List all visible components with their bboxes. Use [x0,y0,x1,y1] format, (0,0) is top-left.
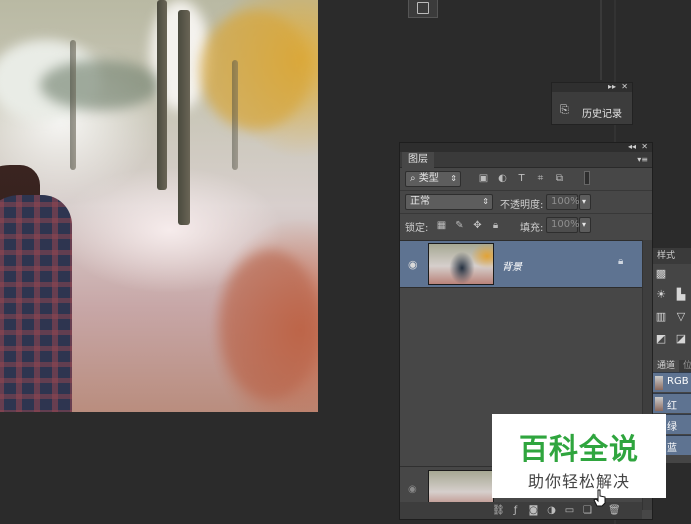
layers-tab-row: 图层 ▾≡ [400,152,652,168]
canvas-image[interactable] [0,0,318,412]
plaid-shirt [0,195,72,412]
tree-trunk [70,40,76,170]
eye-icon[interactable]: ◉ [408,258,418,271]
layer-thumbnail [428,243,494,285]
exposure-icon[interactable]: ▥ [654,310,668,324]
pixel-filter-icon[interactable]: ▣ [478,173,489,184]
close-icon[interactable]: ✕ [641,142,648,151]
channel-thumbnail [655,376,663,390]
tree-trunk [178,10,190,225]
tree-trunk [157,0,167,190]
watermark-subtitle: 助你轻松解决 [527,472,630,491]
vibrance-icon[interactable]: ▽ [674,310,688,324]
channel-thumbnail [655,397,663,411]
lock-icon[interactable]: 🔒︎ [618,256,623,267]
search-icon: ⌕ [410,173,416,184]
history-panel-titlebar[interactable]: ▸▸ ✕ [552,82,632,92]
adjustment-filter-icon[interactable]: ◐ [497,173,508,184]
channel-label: 蓝 [667,443,677,454]
style-swatch-icon[interactable]: ▩ [654,267,668,281]
filter-toggle[interactable] [584,171,590,185]
history-label[interactable]: 历史记录 [582,105,622,120]
tree-trunk [232,60,238,170]
new-group-icon[interactable]: ▭ [564,505,575,516]
hand-cursor-icon [593,489,606,507]
tab-channels[interactable]: 通道 [653,360,680,372]
smart-object-filter-icon[interactable]: ⧉ [554,173,565,184]
lock-all-icon[interactable]: 🔒︎ [490,220,501,231]
history-icon: ⎘ [560,103,569,116]
blend-mode-select[interactable]: 正常 ⇕ [405,194,493,210]
eye-icon[interactable]: ◉ [408,484,417,495]
levels-icon[interactable]: ▙ [674,288,688,302]
opacity-label: 不透明度: [500,200,544,211]
new-layer-icon[interactable]: ❏ [582,505,593,516]
watermark: 百科全说 助你轻松解决 [492,414,666,498]
brightness-icon[interactable]: ☀ [654,288,668,302]
lock-pixels-icon[interactable]: ✎ [454,220,465,231]
dock-button[interactable] [408,0,438,18]
curves-icon[interactable]: ◩ [654,332,668,346]
close-icon[interactable]: ✕ [621,82,628,91]
shadow-blob [220,250,318,400]
opacity-input[interactable]: 100% [546,194,580,210]
shape-filter-icon[interactable]: ⌗ [535,173,546,184]
separator [400,190,652,191]
chevron-updown-icon: ⇕ [450,174,457,183]
layer-row[interactable]: ◉ 背景 🔒︎ [400,240,642,288]
watermark-title: 百科全说 [518,432,639,466]
channel-label: 红 [667,401,677,412]
trash-icon[interactable]: 🗑︎ [608,505,621,516]
lock-transparent-icon[interactable]: ▦ [436,220,447,231]
foliage-blob [40,60,160,110]
channel-row[interactable]: 红 [653,393,691,413]
expand-icon[interactable]: ▸▸ [608,82,616,91]
panel-menu-icon[interactable]: ▾≡ [637,155,648,164]
blend-mode-value: 正常 [410,196,430,207]
filter-kind-select[interactable]: ⌕ 类型 ⇕ [405,171,461,187]
link-layers-icon[interactable]: ⛓ [492,505,505,516]
channel-row[interactable]: RGB [653,372,691,392]
layers-panel-titlebar[interactable]: ◂◂ ✕ [400,142,652,152]
channels-tab-row: 通道 位 [653,360,691,372]
history-panel[interactable]: ▸▸ ✕ ⎘ 历史记录 [551,82,633,125]
fill-dropdown[interactable]: ▾ [579,217,591,233]
fill-label: 填充: [520,223,544,234]
tab-styles[interactable]: 样式 [653,248,691,264]
lock-position-icon[interactable]: ✥ [472,220,483,231]
fill-input[interactable]: 100% [546,217,580,233]
adjustment-layer-icon[interactable]: ◑ [546,505,557,516]
collapse-icon[interactable]: ◂◂ [628,142,636,151]
chevron-updown-icon: ⇕ [482,197,489,206]
channel-label: 绿 [667,422,677,433]
document-icon [417,2,429,14]
lock-label: 锁定: [405,223,429,234]
separator [400,213,652,214]
layer-mask-icon[interactable]: ◙ [528,505,539,516]
filter-kind-label: 类型 [418,173,439,184]
gradient-map-icon[interactable]: ◪ [674,332,688,346]
foliage-blob [200,10,310,130]
tab-layers[interactable]: 图层 [402,152,434,168]
tab-paths[interactable]: 位 [683,360,691,372]
layer-style-icon[interactable]: ƒ [510,505,521,516]
channel-label: RGB [667,376,689,387]
layer-name[interactable]: 背景 [502,258,522,273]
panel-divider [600,0,602,80]
opacity-dropdown[interactable]: ▾ [579,194,591,210]
type-filter-icon[interactable]: T [516,173,527,184]
